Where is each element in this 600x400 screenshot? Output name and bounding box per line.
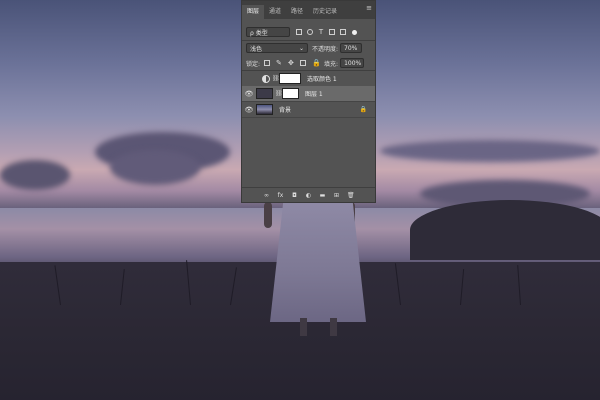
opacity-label: 不透明度:: [312, 45, 339, 53]
lock-row: 锁定: ✎ ✥ 🔒 填充: 100%: [242, 57, 375, 69]
cloud: [380, 140, 600, 162]
cloud: [0, 160, 70, 190]
fx-icon[interactable]: fx: [277, 192, 284, 199]
lock-position-icon[interactable]: ✥: [288, 60, 294, 67]
blend-mode-select[interactable]: 浅色 ⌄: [246, 43, 308, 53]
chain-link-icon[interactable]: ⛓: [272, 75, 280, 82]
filter-kind-select[interactable]: ρ 类型: [246, 27, 290, 37]
layer-name: 背景: [279, 107, 292, 114]
smart-object-filter-icon[interactable]: [340, 29, 346, 35]
add-mask-icon[interactable]: ◘: [291, 192, 298, 199]
visibility-eye-icon[interactable]: 👁: [242, 106, 256, 114]
chevron-down-icon: ⌄: [298, 44, 304, 52]
person-leg: [330, 318, 337, 336]
tab-history[interactable]: 历史记录: [308, 5, 342, 19]
adjustment-layer-icon[interactable]: ◐: [305, 192, 312, 199]
opacity-value: 70%: [344, 44, 358, 52]
lock-label: 锁定:: [246, 60, 261, 68]
filter-toggle-icon[interactable]: [352, 29, 357, 35]
fill-input[interactable]: 100%: [340, 58, 365, 68]
shape-filter-icon[interactable]: [329, 29, 335, 35]
visibility-eye-icon[interactable]: 👁: [242, 75, 256, 83]
tab-paths[interactable]: 路径: [286, 5, 308, 19]
panel-footer: ∞ fx ◘ ◐ ▬ ⊞ 🗑: [242, 187, 375, 202]
panel-menu-icon[interactable]: ≡: [366, 4, 372, 12]
chain-link-icon[interactable]: ⛓: [275, 90, 283, 97]
lock-paint-icon[interactable]: ✎: [276, 60, 282, 67]
new-layer-icon[interactable]: ⊞: [333, 192, 340, 199]
opacity-input[interactable]: 70%: [340, 43, 363, 53]
panel-tabbar: 图层 通道 路径 历史记录 ≡: [242, 1, 375, 19]
filter-row: ρ 类型 T: [242, 25, 375, 39]
fill-value: 100%: [344, 59, 362, 67]
lock-icon: 🔒: [359, 106, 367, 113]
layer-row[interactable]: 👁 ⛓ 选取颜色 1: [242, 71, 375, 87]
layer-mask-thumbnail[interactable]: [279, 73, 301, 84]
lock-icons: ✎ ✥ 🔒: [264, 60, 321, 67]
layer-row[interactable]: 👁 背景 🔒: [242, 102, 375, 118]
layer-thumbnail[interactable]: [256, 88, 273, 99]
layers-panel: 图层 通道 路径 历史记录 ≡ ρ 类型 T 浅色 ⌄ 不透明度: 70% 锁定…: [241, 0, 376, 203]
blend-mode-value: 浅色: [250, 45, 263, 53]
filter-kind-label: ρ 类型: [250, 29, 268, 37]
far-shore: [410, 200, 600, 260]
selective-color-adjustment-icon: [262, 74, 270, 83]
filter-icons: T: [296, 29, 346, 36]
lock-artboard-icon[interactable]: [300, 60, 307, 66]
person-dress: [270, 200, 366, 322]
person-leg: [300, 318, 307, 336]
cloud: [110, 150, 200, 185]
type-filter-icon[interactable]: T: [318, 29, 324, 36]
pixel-filter-icon[interactable]: [296, 29, 302, 35]
fill-label: 填充:: [324, 60, 339, 68]
lock-transparent-icon[interactable]: [264, 60, 271, 66]
tab-layers[interactable]: 图层: [242, 5, 265, 19]
tab-channels[interactable]: 通道: [264, 5, 286, 19]
lock-all-icon[interactable]: 🔒: [312, 60, 321, 67]
blend-row: 浅色 ⌄ 不透明度: 70%: [242, 41, 375, 55]
adjustment-filter-icon[interactable]: [307, 29, 313, 35]
link-layers-icon[interactable]: ∞: [263, 192, 270, 199]
background-thumbnail[interactable]: [256, 104, 273, 115]
layer-row[interactable]: 👁 ⛓ 图层 1: [242, 86, 375, 102]
layer-name: 选取颜色 1: [307, 76, 337, 83]
layer-name: 图层 1: [305, 91, 323, 98]
person-arm: [264, 202, 272, 228]
layer-mask-thumbnail[interactable]: [282, 88, 299, 99]
delete-layer-icon[interactable]: 🗑: [347, 192, 355, 199]
group-folder-icon[interactable]: ▬: [319, 192, 326, 199]
visibility-eye-icon[interactable]: 👁: [242, 90, 256, 98]
